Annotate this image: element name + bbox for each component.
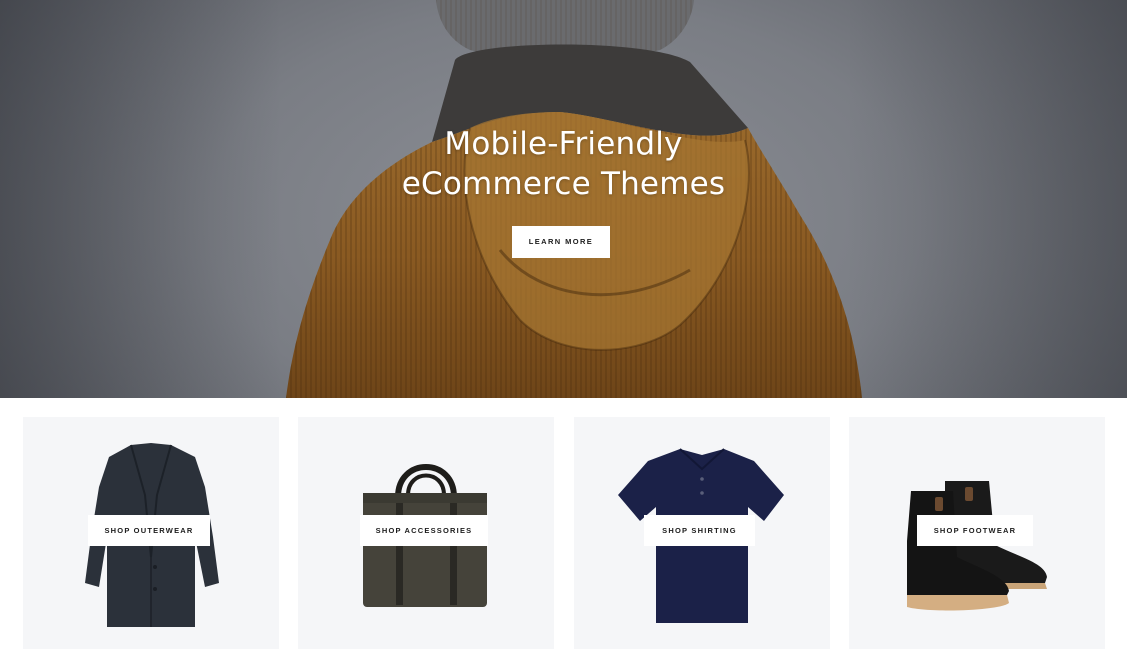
shop-footwear-button[interactable]: SHOP FOOTWEAR bbox=[917, 515, 1033, 546]
hero-title: Mobile-Friendly eCommerce Themes bbox=[0, 124, 1127, 204]
hero-title-line-2: eCommerce Themes bbox=[401, 166, 726, 202]
collection-tile-shirting[interactable]: SHOP SHIRTING bbox=[574, 417, 830, 649]
shop-shirting-button[interactable]: SHOP SHIRTING bbox=[644, 515, 755, 546]
collection-tile-footwear[interactable]: SHOP FOOTWEAR bbox=[849, 417, 1105, 649]
hero-title-line-1: Mobile-Friendly bbox=[444, 126, 683, 162]
hero-banner: Mobile-Friendly eCommerce Themes LEARN M… bbox=[0, 0, 1127, 398]
collection-tile-outerwear[interactable]: SHOP OUTERWEAR bbox=[23, 417, 279, 649]
collection-grid: SHOP OUTERWEAR SHOP ACCESSORIES SHOP SHI… bbox=[0, 398, 1127, 649]
shop-accessories-button[interactable]: SHOP ACCESSORIES bbox=[360, 515, 488, 546]
shop-outerwear-button[interactable]: SHOP OUTERWEAR bbox=[88, 515, 210, 546]
collection-tile-accessories[interactable]: SHOP ACCESSORIES bbox=[298, 417, 554, 649]
learn-more-button[interactable]: LEARN MORE bbox=[512, 226, 610, 258]
